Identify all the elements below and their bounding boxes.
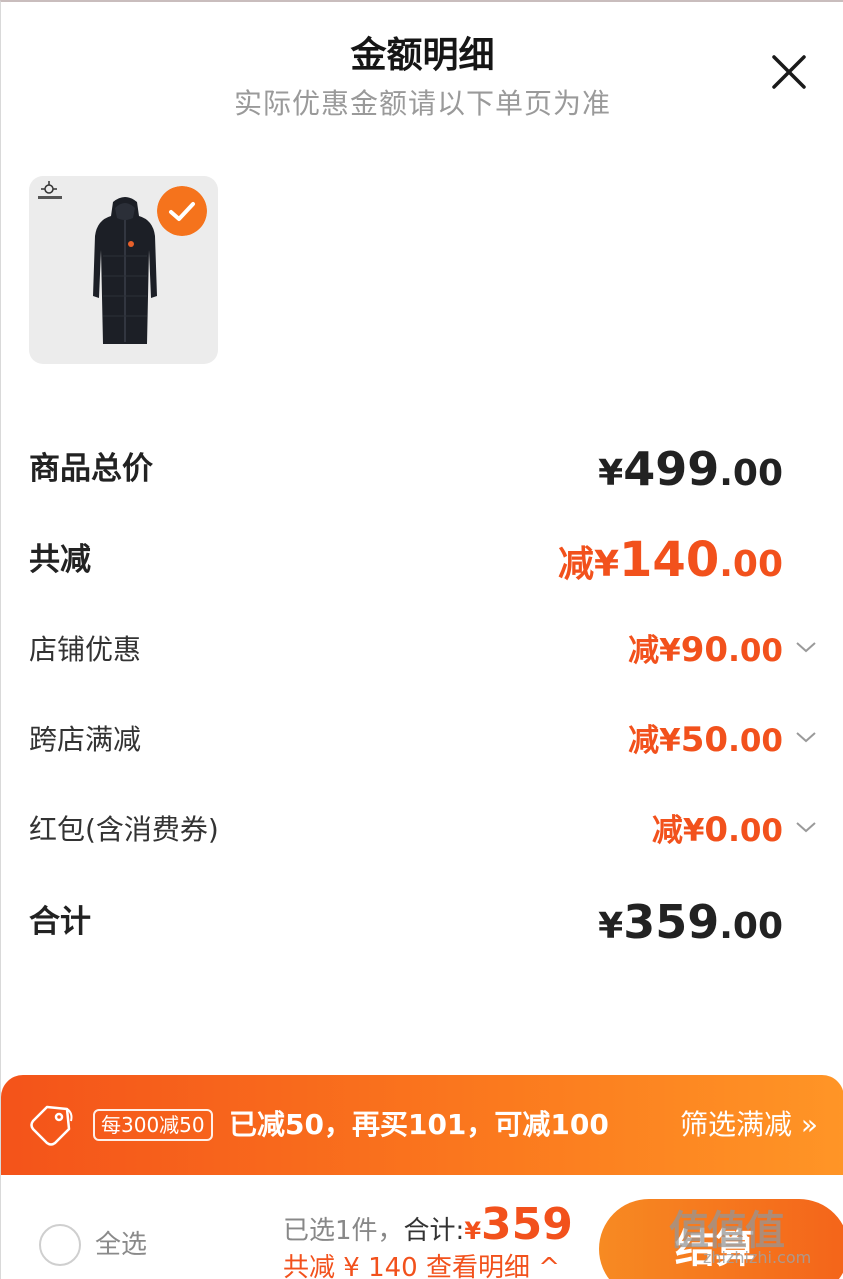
promo-rule-badge: 每300减50 [93, 1109, 213, 1141]
sheet-title: 金额明细 [350, 35, 495, 76]
watermark: 值值值 zhizhizhi.com [669, 1198, 843, 1279]
chevron-down-icon[interactable] [795, 640, 817, 654]
goods-total-amount: ¥499.00 [598, 442, 783, 496]
promo-banner: 每300减50 已减50，再买101，可减100 筛选满减 » [1, 1075, 843, 1175]
shop-discount-amount: 减¥90.00 [628, 630, 783, 670]
watermark-url: zhizhizhi.com [703, 1248, 812, 1267]
bottom-total: 已选1件，合计:¥359 [283, 1201, 573, 1258]
red-packet-label: 红包(含消费券) [29, 813, 219, 846]
selected-check-icon[interactable] [157, 186, 207, 236]
filter-promo-link[interactable]: 筛选满减 » [680, 1103, 818, 1147]
coupon-tag-icon [30, 1105, 73, 1146]
chevron-down-icon[interactable] [795, 820, 817, 834]
total-discount-label: 共减 [29, 542, 91, 578]
amount-detail-sheet: 金额明细 实际优惠金额请以下单页为准 商品总价 ¥499.00 共减 减¥140… [0, 0, 843, 1279]
cross-store-discount-amount: 减¥50.00 [628, 720, 783, 760]
bottom-saved-text: 共减 ¥ 140 [283, 1253, 418, 1279]
bottom-saved-line: 共减 ¥ 140 查看明细 ^ [283, 1253, 560, 1279]
select-all-label[interactable]: 全选 [95, 1227, 147, 1263]
view-detail-link[interactable]: 查看明细 ^ [426, 1253, 560, 1279]
bottom-total-currency: ¥ [464, 1217, 482, 1245]
bottom-total-value: 359 [481, 1199, 573, 1250]
selected-count: 已选1件， [283, 1216, 404, 1246]
row-red-packet[interactable]: 红包(含消费券) 减¥0.00 [29, 800, 843, 860]
sheet-subtitle: 实际优惠金额请以下单页为准 [233, 87, 611, 120]
sum-total-amount: ¥359.00 [598, 895, 783, 949]
goods-total-label: 商品总价 [29, 451, 153, 487]
row-goods-total: 商品总价 ¥499.00 [29, 439, 843, 499]
sum-total-label: 合计 [29, 904, 91, 940]
close-icon[interactable] [767, 50, 811, 94]
select-all-radio[interactable] [39, 1224, 81, 1266]
row-total-discount: 共减 减¥140.00 [29, 530, 843, 590]
row-shop-discount[interactable]: 店铺优惠 减¥90.00 [29, 620, 843, 680]
shop-discount-label: 店铺优惠 [29, 633, 142, 666]
promo-message: 已减50，再买101，可减100 [229, 1108, 609, 1141]
cross-store-discount-label: 跨店满减 [29, 723, 142, 756]
red-packet-amount: 减¥0.00 [651, 810, 783, 850]
total-discount-amount: 减¥140.00 [557, 532, 783, 588]
row-sum-total: 合计 ¥359.00 [29, 892, 843, 952]
bottom-total-label: 合计: [403, 1216, 465, 1246]
row-cross-store-discount[interactable]: 跨店满减 减¥50.00 [29, 710, 843, 770]
chevron-down-icon[interactable] [795, 730, 817, 744]
